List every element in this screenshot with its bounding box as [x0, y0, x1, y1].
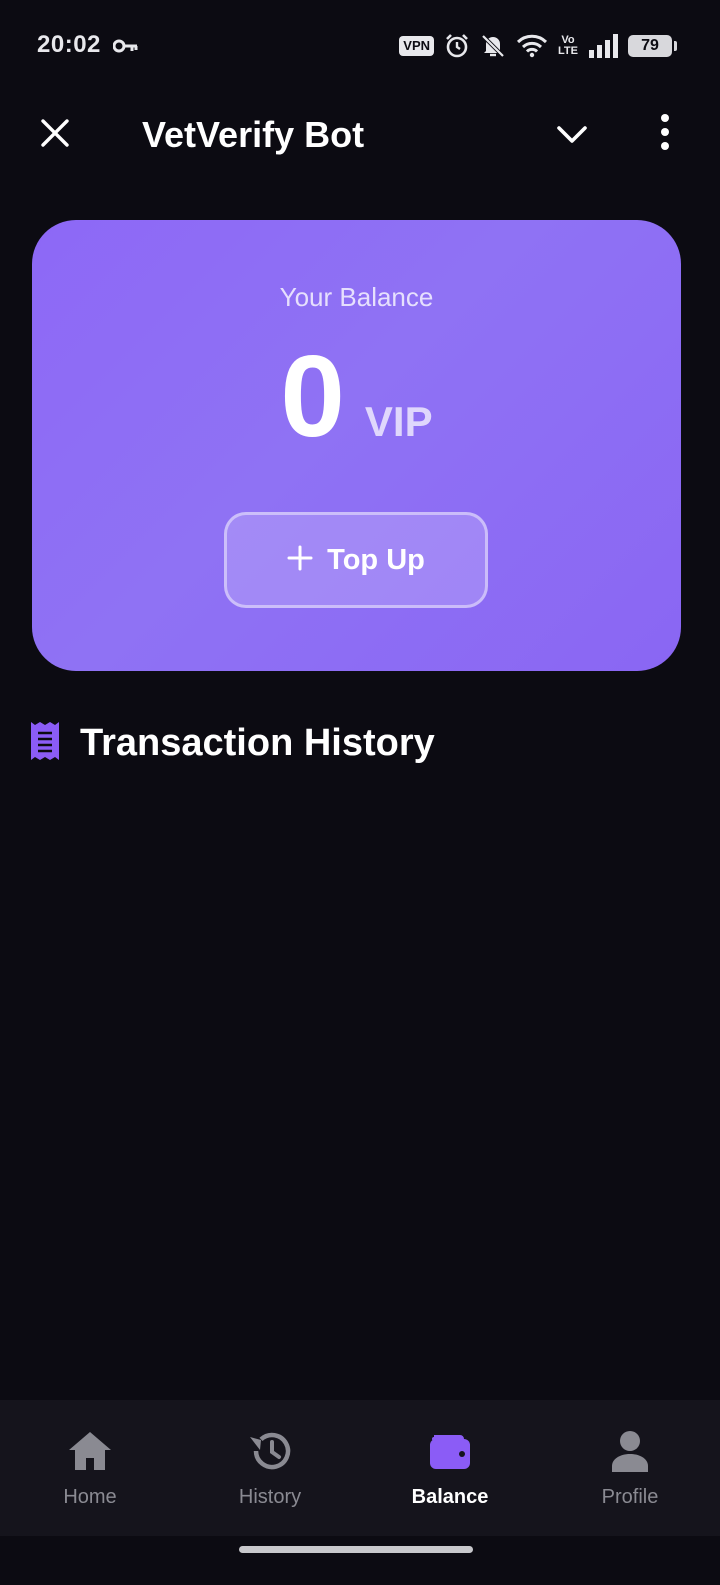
history-icon: [246, 1428, 294, 1474]
battery-icon: 79: [628, 35, 677, 57]
transaction-history-heading: Transaction History: [30, 718, 435, 768]
nav-item-history[interactable]: History: [180, 1400, 360, 1536]
top-up-button[interactable]: Top Up: [224, 512, 488, 608]
top-up-label: Top Up: [327, 543, 425, 576]
nav-item-home[interactable]: Home: [0, 1400, 180, 1536]
balance-label: Your Balance: [279, 282, 434, 312]
close-button[interactable]: [34, 114, 76, 156]
bottom-nav: Home History Balance Profile: [0, 1400, 720, 1536]
nav-label-history: History: [238, 1486, 302, 1508]
nav-label-home: Home: [63, 1486, 117, 1508]
user-icon: [606, 1428, 654, 1474]
receipt-icon: [30, 721, 60, 766]
balance-card: Your Balance 0 VIP Top Up: [32, 220, 681, 671]
bell-off-icon: [480, 33, 506, 59]
volte-icon: Vo LTE: [558, 35, 578, 57]
home-icon: [66, 1428, 114, 1474]
signal-icon: [588, 34, 618, 58]
status-bar: 20:02 VPN Vo LTE 79: [0, 0, 720, 92]
app-header: VetVerify Bot: [0, 96, 720, 176]
chevron-down-icon: [556, 124, 588, 149]
key-icon: [112, 37, 139, 55]
balance-value: 0: [280, 331, 345, 461]
close-icon: [40, 118, 70, 153]
nav-item-balance[interactable]: Balance: [360, 1400, 540, 1536]
collapse-button[interactable]: [550, 114, 594, 158]
volte-bottom: LTE: [558, 45, 578, 57]
nav-label-profile: Profile: [601, 1486, 659, 1508]
wifi-icon: [516, 34, 548, 58]
status-time: 20:02: [37, 31, 101, 58]
balance-unit: VIP: [364, 398, 433, 445]
status-icons: VPN Vo LTE 79: [399, 30, 677, 62]
plus-icon: [287, 545, 313, 576]
app-title: VetVerify Bot: [142, 114, 365, 155]
alarm-icon: [444, 33, 470, 59]
balance-amount: 0 VIP: [32, 336, 681, 456]
more-vertical-icon: [660, 113, 670, 155]
nav-item-profile[interactable]: Profile: [540, 1400, 720, 1536]
nav-label-balance: Balance: [411, 1486, 489, 1508]
transaction-history-title: Transaction History: [80, 721, 435, 764]
balance-screen: 20:02 VPN Vo LTE 79 VetVerify Bot Your B…: [0, 0, 720, 1585]
wallet-icon: [426, 1428, 474, 1474]
more-options-button[interactable]: [648, 112, 682, 156]
vpn-badge: VPN: [399, 36, 435, 56]
home-indicator[interactable]: [239, 1546, 473, 1553]
